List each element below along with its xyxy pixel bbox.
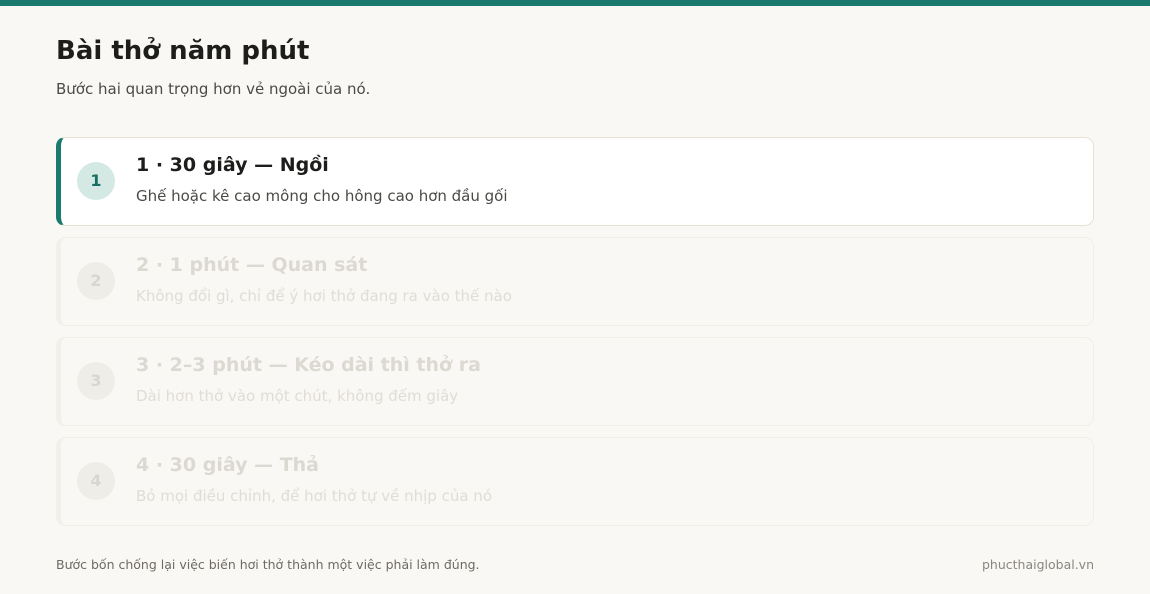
step-description: Bỏ mọi điều chỉnh, để hơi thở tự về nhịp… bbox=[136, 487, 492, 505]
step-card-1[interactable]: 1 1 · 30 giây — Ngồi Ghế hoặc kê cao môn… bbox=[56, 137, 1094, 226]
top-accent-bar bbox=[0, 0, 1150, 6]
step-number-badge: 1 bbox=[77, 162, 115, 200]
step-description: Ghế hoặc kê cao mông cho hông cao hơn đầ… bbox=[136, 187, 508, 205]
step-title: 3 · 2–3 phút — Kéo dài thì thở ra bbox=[136, 354, 481, 376]
step-description: Không đổi gì, chỉ để ý hơi thở đang ra v… bbox=[136, 287, 512, 305]
step-card-3[interactable]: 3 3 · 2–3 phút — Kéo dài thì thở ra Dài … bbox=[56, 337, 1094, 426]
step-number-badge: 3 bbox=[77, 362, 115, 400]
steps-list: 1 1 · 30 giây — Ngồi Ghế hoặc kê cao môn… bbox=[56, 137, 1094, 537]
footer-site-link[interactable]: phucthaiglobal.vn bbox=[982, 557, 1094, 572]
step-description: Dài hơn thở vào một chút, không đếm giây bbox=[136, 387, 459, 405]
footer-note: Bước bốn chống lại việc biến hơi thở thà… bbox=[56, 557, 480, 572]
step-number-badge: 4 bbox=[77, 462, 115, 500]
step-card-2[interactable]: 2 2 · 1 phút — Quan sát Không đổi gì, ch… bbox=[56, 237, 1094, 326]
page-subtitle: Bước hai quan trọng hơn vẻ ngoài của nó. bbox=[56, 80, 371, 98]
step-number-badge: 2 bbox=[77, 262, 115, 300]
step-title: 2 · 1 phút — Quan sát bbox=[136, 254, 368, 276]
step-title: 4 · 30 giây — Thả bbox=[136, 454, 319, 476]
step-title: 1 · 30 giây — Ngồi bbox=[136, 154, 329, 176]
page-title: Bài thở năm phút bbox=[56, 36, 310, 66]
step-card-4[interactable]: 4 4 · 30 giây — Thả Bỏ mọi điều chỉnh, đ… bbox=[56, 437, 1094, 526]
